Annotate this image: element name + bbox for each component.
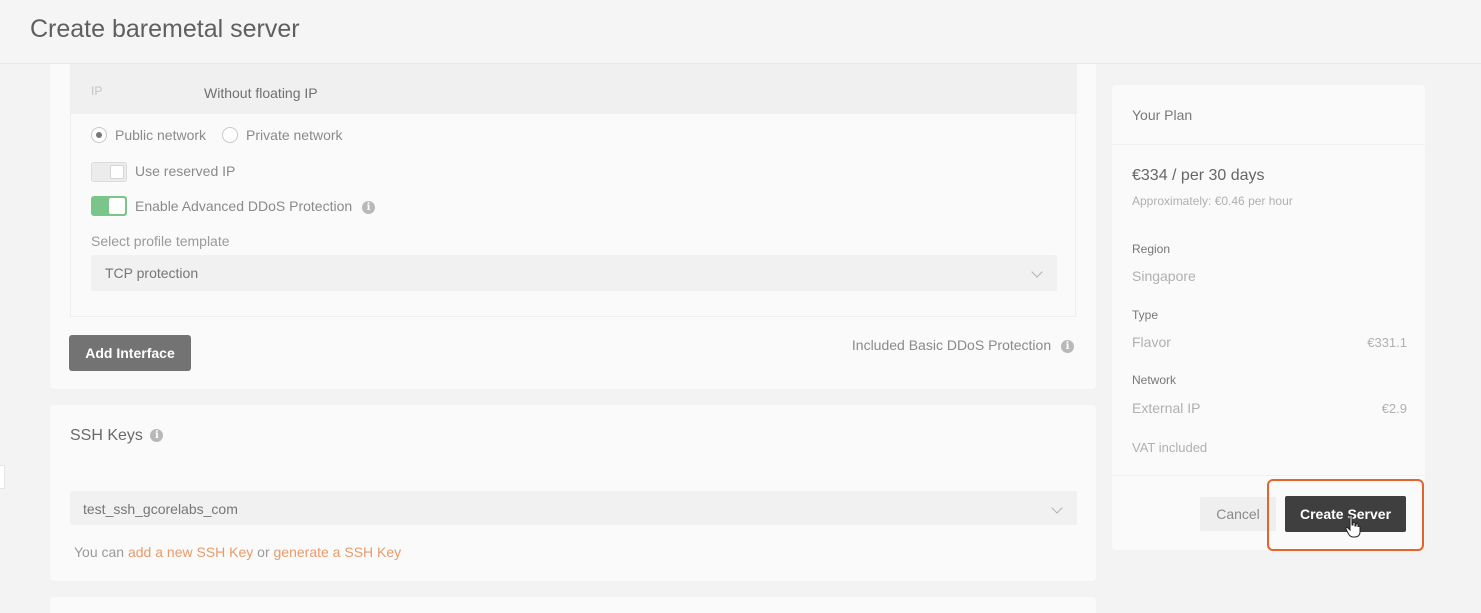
info-icon[interactable]: i — [150, 429, 164, 443]
page-header: Create baremetal server — [0, 0, 1481, 64]
profile-template-label: Select profile template — [91, 233, 230, 249]
ddos-protection-toggle[interactable] — [91, 196, 127, 216]
reserved-ip-label: Use reserved IP — [135, 163, 236, 179]
ddos-protection-text: Enable Advanced DDoS Protection — [135, 198, 353, 214]
ssh-hint-mid: or — [253, 544, 274, 560]
region-label: Region — [1132, 242, 1171, 256]
info-icon[interactable]: i — [362, 200, 376, 214]
info-icon[interactable]: i — [1061, 339, 1074, 353]
ip-value: Without floating IP — [204, 85, 318, 101]
private-network-radio[interactable] — [222, 127, 239, 143]
toggle-knob — [110, 165, 124, 179]
ip-label: IP — [91, 84, 103, 98]
basic-ddos-text: Included Basic DDoS Protection — [851, 337, 1052, 353]
network-interface-card: IP Without floating IP Public network Pr… — [50, 64, 1096, 389]
public-network-label[interactable]: Public network — [115, 127, 206, 143]
ssh-keys-card: SSH Keys i test_ssh_gcorelabs_com You ca… — [50, 405, 1096, 581]
plan-divider — [1112, 475, 1425, 476]
ip-row: IP Without floating IP — [71, 64, 1077, 114]
plan-approx-price: Approximately: €0.46 per hour — [1132, 194, 1293, 208]
private-network-label[interactable]: Private network — [246, 127, 342, 143]
plan-header: Your Plan — [1112, 85, 1425, 145]
chevron-down-icon — [1031, 266, 1043, 278]
page-title: Create baremetal server — [30, 15, 300, 43]
side-panel-handle[interactable] — [0, 465, 5, 489]
flavor-label: Flavor — [1132, 334, 1171, 350]
cancel-button[interactable]: Cancel — [1200, 497, 1276, 531]
interface-box: IP Without floating IP Public network Pr… — [70, 64, 1077, 317]
next-section-card — [50, 597, 1096, 613]
ssh-keys-title-text: SSH Keys — [70, 427, 143, 444]
external-ip-price: €2.9 — [1381, 401, 1407, 416]
public-network-radio[interactable] — [91, 127, 107, 143]
network-label: Network — [1132, 373, 1177, 387]
ddos-protection-label: Enable Advanced DDoS Protection i — [135, 198, 376, 214]
plan-title: Your Plan — [1132, 107, 1193, 123]
ssh-hint-prefix: You can — [74, 544, 128, 560]
external-ip-label: External IP — [1132, 400, 1201, 416]
toggle-knob — [109, 198, 125, 214]
profile-template-select[interactable]: TCP protection — [91, 255, 1057, 291]
pointer-cursor-icon — [1345, 515, 1361, 538]
type-label: Type — [1132, 308, 1159, 322]
flavor-price: €331.1 — [1367, 335, 1407, 350]
profile-template-value: TCP protection — [105, 265, 199, 281]
vat-note: VAT included — [1132, 440, 1208, 455]
plan-price: €334 / per 30 days — [1132, 167, 1265, 184]
chevron-down-icon — [1051, 502, 1063, 514]
add-ssh-key-link[interactable]: add a new SSH Key — [128, 544, 253, 560]
generate-ssh-key-link[interactable]: generate a SSH Key — [274, 544, 402, 560]
reserved-ip-toggle[interactable] — [91, 162, 127, 182]
ssh-keys-title: SSH Keys i — [70, 427, 164, 445]
region-value: Singapore — [1132, 268, 1196, 284]
ssh-hint: You can add a new SSH Key or generate a … — [74, 544, 401, 560]
ssh-key-value: test_ssh_gcorelabs_com — [83, 501, 238, 517]
network-type-radio-group: Public network Private network — [91, 127, 359, 143]
basic-ddos-note: Included Basic DDoS Protection i — [852, 337, 1074, 353]
ssh-key-select[interactable]: test_ssh_gcorelabs_com — [70, 491, 1077, 525]
add-interface-button[interactable]: Add Interface — [69, 335, 191, 371]
